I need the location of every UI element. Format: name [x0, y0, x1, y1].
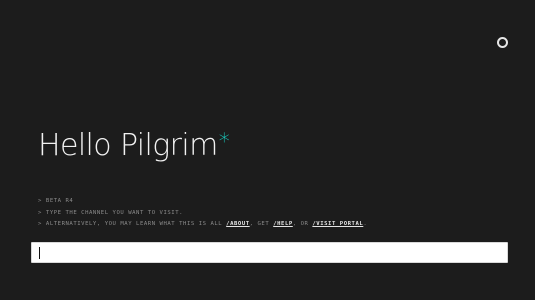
prompt-glyph: >: [38, 198, 42, 204]
text-caret: [39, 247, 40, 259]
info-line-links: > ALTERNATIVELY, YOU MAY LEARN WHAT THIS …: [38, 219, 367, 231]
ring-icon: [497, 37, 508, 48]
help-link[interactable]: /HELP: [273, 221, 293, 227]
prompt-glyph: >: [38, 209, 42, 216]
title-text: Hello Pilgrim: [38, 128, 218, 163]
info-lines: > BETA R4 > TYPE THE CHANNEL YOU WANT TO V…: [38, 196, 367, 231]
separator-text: , GET: [249, 221, 270, 227]
page-title: Hello Pilgrim*: [38, 124, 230, 168]
prompt-glyph: >: [38, 221, 42, 227]
visit-portal-link[interactable]: /VISIT PORTAL: [312, 221, 363, 227]
info-line-version: > BETA R4: [38, 196, 367, 208]
instructions-text: TYPE THE CHANNEL YOU WANT TO VISIT.: [45, 209, 184, 216]
links-intro-text: ALTERNATIVELY, YOU MAY LEARN WHAT THIS I…: [45, 221, 223, 227]
period-text: .: [363, 221, 368, 227]
separator-text: , OR: [292, 221, 309, 227]
version-text: BETA R4: [45, 198, 74, 204]
info-line-instructions: > TYPE THE CHANNEL YOU WANT TO VISIT.: [38, 208, 367, 220]
asterisk-mark: *: [218, 130, 230, 155]
about-link[interactable]: /ABOUT: [226, 221, 250, 227]
command-input[interactable]: [31, 242, 508, 263]
